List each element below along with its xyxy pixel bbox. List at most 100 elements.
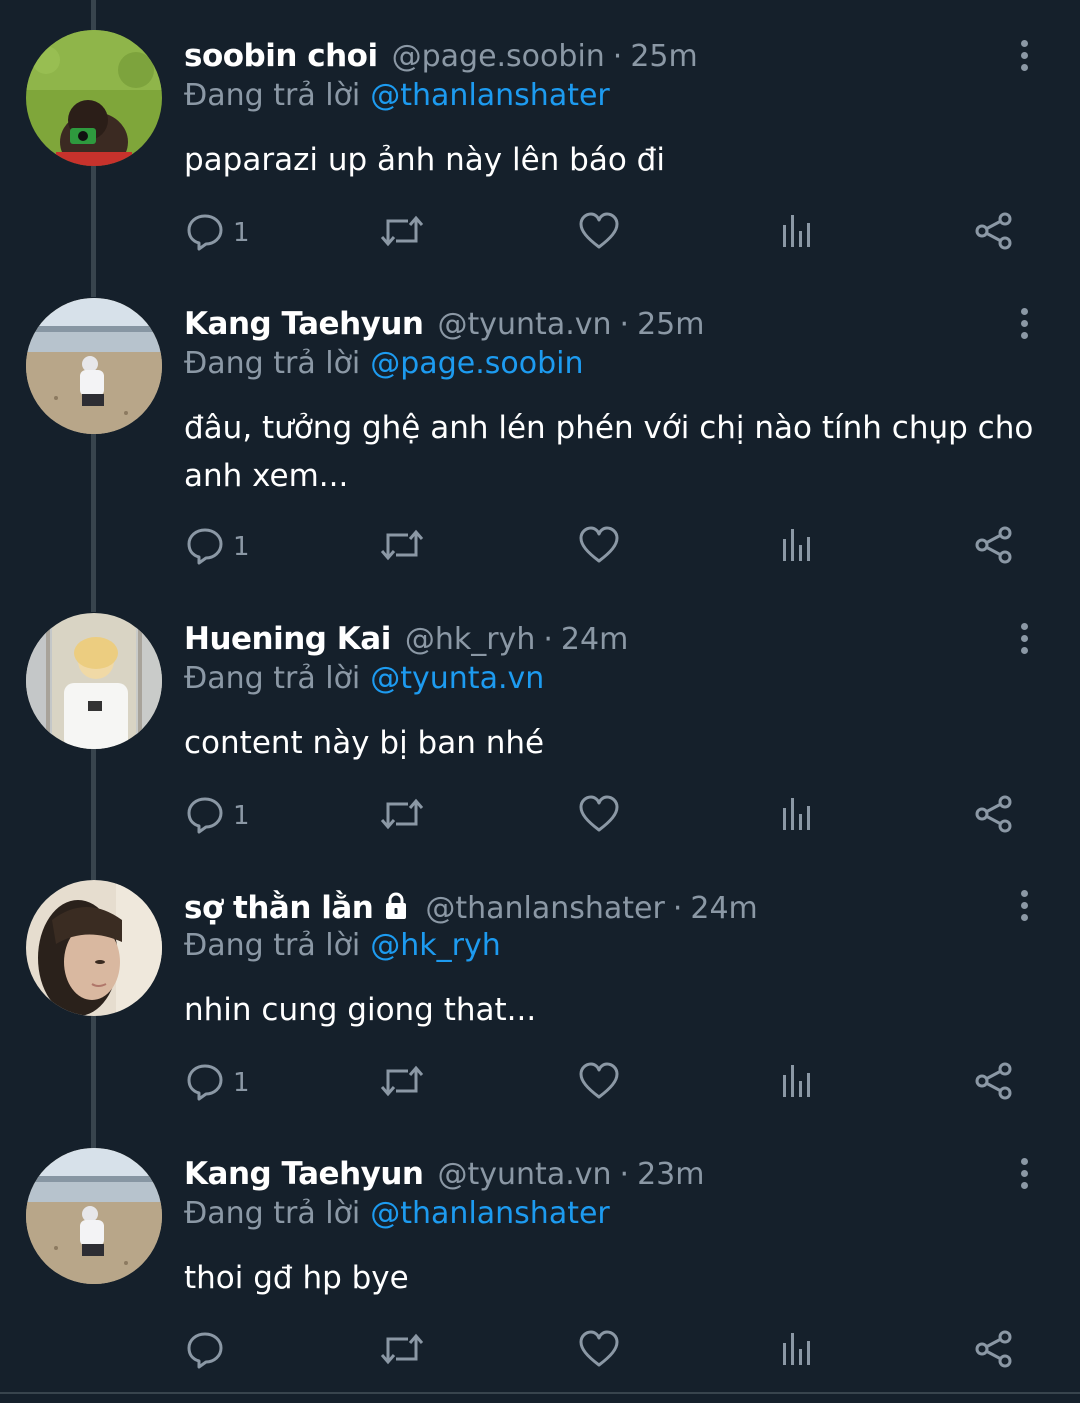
share-icon (973, 1329, 1015, 1373)
reply-button[interactable]: 1 (185, 1058, 250, 1108)
like-button[interactable] (578, 1326, 620, 1376)
avatar[interactable] (26, 30, 162, 166)
more-vertical-icon[interactable] (1010, 623, 1038, 667)
mention-link[interactable]: @thanlanshater (370, 1196, 610, 1231)
mention-link[interactable]: @hk_ryh (370, 928, 501, 963)
mention-link[interactable]: @thanlanshater (370, 78, 610, 113)
tweet[interactable]: Kang Taehyun @tyunta.vn · 23m Đang trả l… (0, 1148, 1080, 1398)
avatar[interactable] (26, 613, 162, 749)
avatar[interactable] (26, 1148, 162, 1284)
lock-icon (381, 891, 411, 921)
timestamp[interactable]: 25m (637, 307, 704, 342)
action-bar: 1 (180, 791, 1040, 841)
like-button[interactable] (578, 791, 620, 841)
share-button[interactable] (973, 1058, 1015, 1108)
share-icon (973, 794, 1015, 838)
reply-count: 1 (233, 218, 250, 248)
views-button[interactable] (777, 522, 817, 572)
views-button[interactable] (777, 1058, 817, 1108)
views-button[interactable] (777, 1326, 817, 1376)
timestamp[interactable]: 24m (690, 891, 757, 926)
user-handle[interactable]: @thanlanshater (425, 891, 665, 926)
replying-to: Đang trả lời @thanlanshater (184, 1196, 610, 1231)
timestamp[interactable]: 25m (630, 39, 697, 74)
replying-label: Đang trả lời (184, 1196, 361, 1231)
replying-label: Đang trả lời (184, 78, 361, 113)
replying-to: Đang trả lời @page.soobin (184, 346, 583, 381)
share-button[interactable] (973, 1326, 1015, 1376)
timestamp[interactable]: 24m (561, 622, 628, 657)
more-vertical-icon[interactable] (1010, 40, 1038, 84)
separator-dot: · (619, 307, 630, 342)
user-handle[interactable]: @tyunta.vn (438, 1157, 612, 1192)
tweet-text: thoi gđ hp bye (184, 1260, 409, 1296)
heart-icon (578, 525, 620, 569)
share-icon (973, 525, 1015, 569)
replying-to: Đang trả lời @thanlanshater (184, 78, 610, 113)
separator-dot: · (612, 39, 623, 74)
retweet-icon (378, 1329, 426, 1373)
retweet-icon (378, 211, 426, 255)
reply-button[interactable]: 1 (185, 208, 250, 258)
reply-count: 1 (233, 532, 250, 562)
action-bar: 1 (180, 208, 1040, 258)
views-button[interactable] (777, 208, 817, 258)
user-handle[interactable]: @page.soobin (392, 39, 605, 74)
user-handle[interactable]: @tyunta.vn (438, 307, 612, 342)
tweet-text: nhin cung giong that... (184, 992, 537, 1028)
retweet-button[interactable] (378, 208, 426, 258)
mention-link[interactable]: @page.soobin (370, 346, 583, 381)
share-button[interactable] (973, 208, 1015, 258)
tweet[interactable]: soobin choi @page.soobin · 25m Đang trả … (0, 30, 1080, 280)
reply-button[interactable]: 1 (185, 522, 250, 572)
analytics-icon (777, 525, 817, 569)
display-name[interactable]: Huening Kai (184, 621, 391, 657)
replying-to: Đang trả lời @tyunta.vn (184, 661, 544, 696)
like-button[interactable] (578, 208, 620, 258)
share-button[interactable] (973, 791, 1015, 841)
display-name[interactable]: soobin choi (184, 38, 378, 74)
retweet-icon (378, 525, 426, 569)
avatar[interactable] (26, 880, 162, 1016)
analytics-icon (777, 794, 817, 838)
retweet-button[interactable] (378, 522, 426, 572)
replying-label: Đang trả lời (184, 346, 361, 381)
heart-icon (578, 1061, 620, 1105)
retweet-icon (378, 794, 426, 838)
analytics-icon (777, 1329, 817, 1373)
heart-icon (578, 794, 620, 838)
like-button[interactable] (578, 522, 620, 572)
display-name[interactable]: Kang Taehyun (184, 306, 424, 342)
mention-link[interactable]: @tyunta.vn (370, 661, 544, 696)
retweet-button[interactable] (378, 1058, 426, 1108)
replying-label: Đang trả lời (184, 928, 361, 963)
replying-label: Đang trả lời (184, 661, 361, 696)
like-button[interactable] (578, 1058, 620, 1108)
more-vertical-icon[interactable] (1010, 1158, 1038, 1202)
more-vertical-icon[interactable] (1010, 890, 1038, 934)
retweet-button[interactable] (378, 1326, 426, 1376)
replying-to: Đang trả lời @hk_ryh (184, 928, 501, 963)
views-button[interactable] (777, 791, 817, 841)
more-vertical-icon[interactable] (1010, 308, 1038, 352)
reply-button[interactable] (185, 1326, 233, 1376)
tweet-text: paparazi up ảnh này lên báo đi (184, 142, 665, 178)
tweet[interactable]: sợ thằn lằn @thanlanshater · 24m Đang tr… (0, 880, 1080, 1130)
tweet[interactable]: Huening Kai @hk_ryh · 24m Đang trả lời @t… (0, 613, 1080, 863)
user-handle[interactable]: @hk_ryh (405, 622, 536, 657)
display-name[interactable]: sợ thằn lằn (184, 890, 374, 926)
tweet[interactable]: Kang Taehyun @tyunta.vn · 25m Đang trả l… (0, 298, 1080, 598)
display-name[interactable]: Kang Taehyun (184, 1156, 424, 1192)
reply-button[interactable]: 1 (185, 791, 250, 841)
avatar[interactable] (26, 298, 162, 434)
heart-icon (578, 211, 620, 255)
tweet-text: content này bị ban nhé (184, 725, 545, 761)
separator-dot: · (619, 1157, 630, 1192)
retweet-button[interactable] (378, 791, 426, 841)
reply-thread: soobin choi @page.soobin · 25m Đang trả … (0, 0, 1080, 1403)
share-button[interactable] (973, 522, 1015, 572)
reply-icon (185, 211, 225, 255)
reply-icon (185, 794, 225, 838)
timestamp[interactable]: 23m (637, 1157, 704, 1192)
thread-line (91, 0, 96, 30)
